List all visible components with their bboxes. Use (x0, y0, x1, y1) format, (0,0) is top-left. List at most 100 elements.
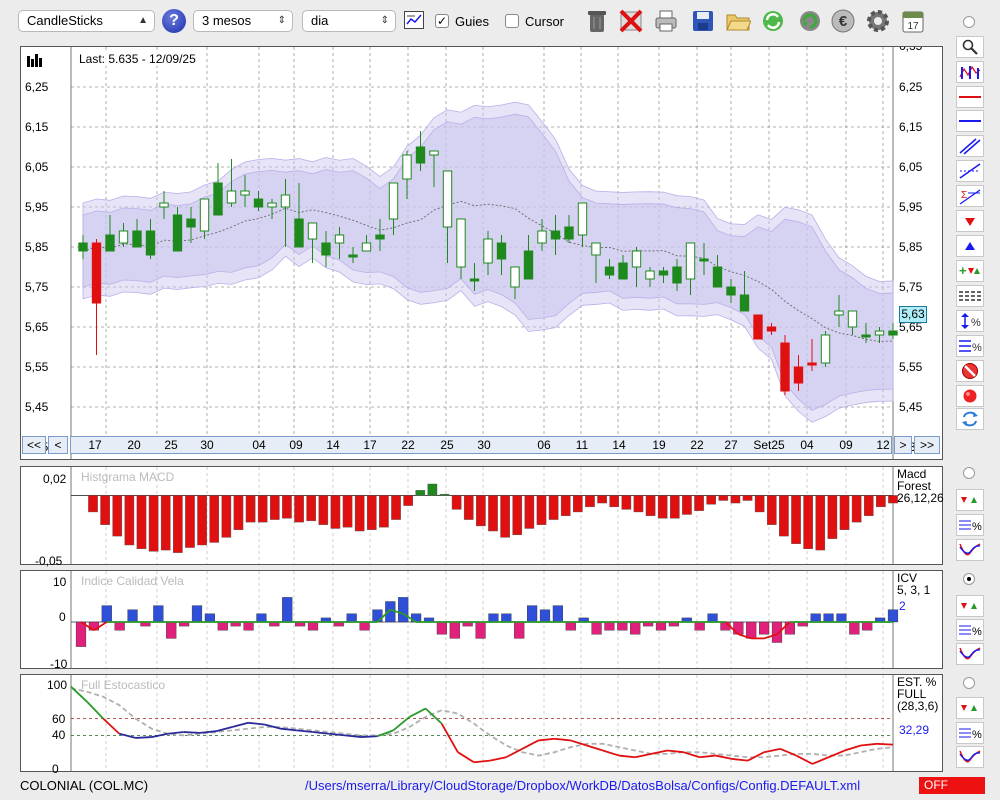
candle-body (240, 190, 250, 196)
nav-prev-button[interactable]: < (48, 436, 68, 454)
candle-body (132, 230, 142, 248)
refresh-icon[interactable] (760, 6, 786, 36)
stoch-levels-icon[interactable]: % (956, 722, 984, 744)
cursor-checkbox[interactable] (505, 14, 519, 28)
icv-levels-icon[interactable]: % (956, 619, 984, 641)
candle-body (739, 294, 750, 312)
macd-bar (88, 495, 98, 513)
macd-signals-icon[interactable] (956, 489, 984, 511)
chart-type-select[interactable]: CandleSticks ▲ (18, 10, 155, 32)
trash-icon[interactable] (584, 6, 610, 36)
macd-panel[interactable]: Histgrama MACD 0,02 -0,05 Macd Forest 26… (20, 466, 944, 568)
open-folder-icon[interactable] (725, 6, 751, 36)
icv-signals-icon[interactable] (956, 595, 984, 617)
macd-bar (512, 495, 523, 536)
macd-bar (645, 495, 656, 516)
icv-bar (630, 621, 641, 635)
y-tick-label-right: 5,55 (899, 360, 923, 374)
macd-levels-icon[interactable]: % (956, 514, 984, 536)
interval-select[interactable]: dia ⇕ (302, 10, 396, 32)
stoch-signals-icon[interactable] (956, 697, 984, 719)
stoch-k-line (119, 732, 136, 739)
arrow-up-icon[interactable] (956, 235, 984, 257)
sync-icon[interactable] (797, 6, 823, 36)
date-scroll-bar[interactable]: 17 20 25 30 04 09 14 17 22 25 30 06 11 14 19 22 27 Set25 0… (70, 436, 892, 454)
help-icon[interactable]: ? (162, 9, 186, 33)
icv-bar (488, 613, 499, 623)
icv-bar (256, 613, 267, 623)
zoom-icon[interactable] (956, 36, 984, 58)
euro-icon[interactable]: € (830, 6, 856, 36)
stochastic-panel[interactable]: Full Estocastico 100 60 40 0 EST. % FULL (2… (20, 674, 943, 776)
gear-icon[interactable] (865, 6, 891, 36)
horizontal-line-blue-icon[interactable] (956, 110, 984, 132)
stoch-curves-icon[interactable] (956, 746, 984, 768)
macd-bar (621, 495, 632, 510)
icv-bar (243, 621, 254, 631)
percent-range-icon[interactable]: % (956, 310, 984, 332)
nav-last-button[interactable]: >> (914, 436, 940, 454)
arrow-down-icon[interactable] (956, 210, 984, 232)
icv-y-top: 10 (53, 575, 67, 589)
radio-macd[interactable] (963, 467, 975, 479)
y-tick-label-left: 5,85 (25, 240, 49, 254)
macd-bar (597, 495, 607, 504)
y-tick-label-right: 6,35 (899, 47, 923, 53)
candle-body (847, 310, 858, 328)
x-axis-label: 04 (800, 438, 814, 452)
x-axis-label: 30 (200, 438, 214, 452)
candle-body (510, 266, 520, 288)
svg-text:%: % (971, 317, 981, 329)
icv-curves-icon[interactable] (956, 643, 984, 665)
icv-bar (204, 613, 215, 623)
record-icon[interactable] (956, 385, 984, 407)
calendar-icon[interactable]: 17 (900, 6, 926, 36)
macd-bar (754, 495, 765, 513)
fibonacci-icon[interactable]: Σ (956, 185, 984, 207)
price-chart-panel[interactable]: 6,25 6,25 6,15 6,15 6,05 6,05 5,95 5,95 5,85 5,85… (20, 46, 943, 460)
macd-bar (415, 490, 426, 496)
candle-body (334, 234, 345, 244)
nav-next-button[interactable]: > (894, 436, 912, 454)
delete-icon[interactable] (618, 6, 644, 36)
guides-checkbox[interactable]: ✓ (435, 14, 449, 28)
trend-channel-icon[interactable] (956, 135, 984, 157)
chart-style-icon[interactable] (956, 61, 984, 83)
stoch-k-line (586, 744, 604, 752)
status-off-button[interactable]: OFF (919, 777, 985, 794)
macd-bar (136, 495, 147, 550)
horizontal-line-red-icon[interactable] (956, 86, 984, 108)
x-axis-label: 09 (839, 438, 853, 452)
macd-curves-icon[interactable] (956, 539, 984, 561)
icv-bar (604, 621, 615, 631)
stoch-k-line (361, 735, 378, 738)
macd-bar (318, 495, 329, 525)
signals-icon[interactable]: + (956, 260, 984, 282)
swap-icon[interactable] (956, 408, 984, 430)
icv-bar (127, 609, 138, 623)
x-axis-label: 09 (289, 438, 303, 452)
radio-stoch[interactable] (963, 677, 975, 689)
macd-bar (791, 495, 801, 544)
period-select[interactable]: 3 mesos ⇕ (193, 10, 293, 32)
macd-bar (863, 495, 874, 516)
stoch-k-line (151, 732, 168, 738)
icv-panel[interactable]: Indice Calidad Vela 10 0 -10 ICV 5, 3, 1… (20, 570, 943, 671)
config-path-link[interactable]: /Users/mserra/Library/CloudStorage/Dropb… (305, 778, 860, 793)
chart-settings-icon[interactable] (404, 11, 424, 29)
grid-lines-icon[interactable] (956, 285, 984, 307)
macd-bar (257, 495, 268, 523)
icv-bar (527, 605, 538, 623)
trend-line-icon[interactable] (956, 160, 984, 182)
radio-main-chart[interactable] (963, 16, 975, 28)
percent-lines-icon[interactable]: % (956, 335, 984, 357)
symbol-label: COLONIAL (COL.MC) (20, 778, 149, 793)
save-icon[interactable] (690, 6, 716, 36)
radio-icv[interactable] (963, 573, 975, 585)
stoch-k-line (667, 749, 684, 754)
stop-icon[interactable] (956, 360, 984, 382)
nav-first-button[interactable]: << (22, 436, 46, 454)
macd-y-top: 0,02 (43, 472, 67, 486)
icv-y-mid: 0 (59, 610, 66, 624)
print-icon[interactable] (653, 6, 679, 36)
